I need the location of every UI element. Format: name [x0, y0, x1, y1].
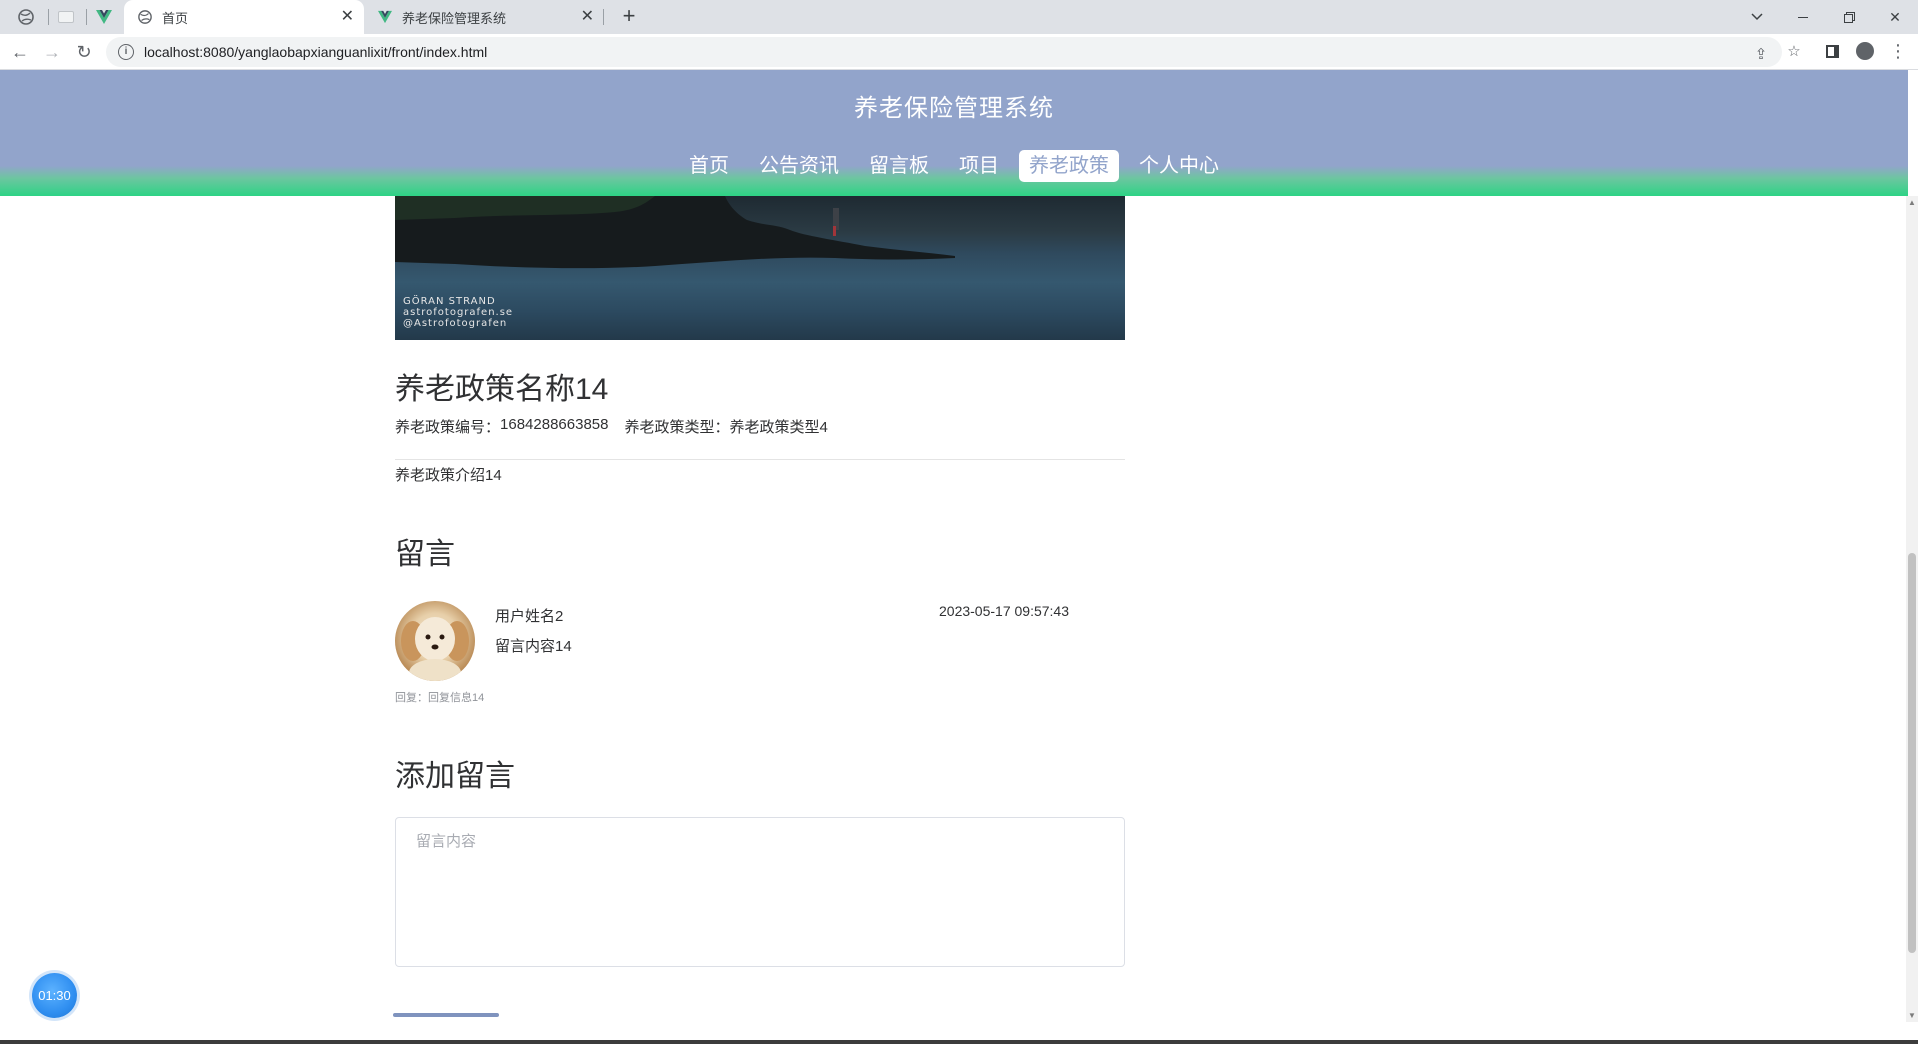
blank-page-icon [58, 11, 74, 23]
comment-reply: 回复：回复信息14 [395, 692, 485, 704]
chevron-down-icon [1751, 13, 1763, 21]
restore-icon [1843, 11, 1855, 23]
url-text: localhost:8080/yanglaobapxianguanlixit/f… [144, 44, 488, 60]
main-nav: 首页 公告资讯 留言板 项目 养老政策 个人中心 [0, 150, 1908, 182]
policy-detail: GÖRAN STRAND astrofotografen.se @Astrofo… [395, 196, 1125, 972]
pinned-tab-blank[interactable] [48, 3, 84, 31]
banner-watermark: GÖRAN STRAND astrofotografen.se @Astrofo… [403, 296, 514, 329]
site-header: 养老保险管理系统 首页 公告资讯 留言板 项目 养老政策 个人中心 [0, 70, 1908, 196]
scrollbar-thumb[interactable] [1908, 553, 1916, 953]
divider [395, 459, 1125, 460]
policy-intro: 养老政策介绍14 [395, 467, 502, 484]
close-window-button[interactable]: ✕ [1872, 0, 1918, 34]
add-comment-heading: 添加留言 [395, 760, 515, 793]
address-bar[interactable]: i localhost:8080/yanglaobapxianguanlixit… [106, 37, 1782, 67]
site-info-icon[interactable]: i [118, 44, 134, 60]
scroll-down-arrow-icon[interactable]: ▼ [1908, 1011, 1916, 1020]
tab-title: 养老保险管理系统 [402, 10, 507, 26]
policy-number-value: 1684288663858 [500, 416, 609, 433]
submit-button-edge[interactable] [393, 1013, 499, 1017]
timer-badge[interactable]: 01:30 [32, 973, 77, 1018]
browser-tab-bar: 首页 ✕ 养老保险管理系统 ✕ + ✕ [0, 0, 1918, 34]
new-tab-button[interactable]: + [616, 4, 642, 30]
tab-search-button[interactable] [1734, 0, 1780, 34]
site-title: 养老保险管理系统 [854, 95, 1054, 122]
nav-item-home[interactable]: 首页 [679, 150, 739, 182]
scroll-up-arrow-icon[interactable]: ▲ [1908, 198, 1916, 207]
policy-image: GÖRAN STRAND astrofotografen.se @Astrofo… [395, 196, 1125, 340]
comment-timestamp: 2023-05-17 09:57:43 [939, 603, 1069, 619]
nav-item-pension-policy[interactable]: 养老政策 [1019, 150, 1119, 182]
policy-type-label: 养老政策类型： [624, 419, 730, 436]
comment-item: 用户姓名2 留言内容14 2023-05-17 09:57:43 回复：回复信息… [395, 601, 1125, 704]
reload-button[interactable]: ↻ [70, 40, 98, 64]
avatar [395, 601, 475, 681]
back-button[interactable]: ← [6, 40, 34, 64]
close-icon[interactable]: ✕ [581, 9, 594, 25]
bookmark-star-icon[interactable]: ☆ [1784, 41, 1804, 61]
nav-item-user-center[interactable]: 个人中心 [1129, 150, 1229, 182]
comment-input[interactable] [395, 817, 1125, 967]
globe-icon [18, 9, 34, 25]
close-icon: ✕ [1889, 8, 1901, 25]
puppy-avatar-image [401, 617, 469, 681]
policy-meta: 养老政策编号： 1684288663858 养老政策类型： 养老政策类型4 [395, 416, 1125, 437]
browser-toolbar: ← → ↻ i localhost:8080/yanglaobapxiangua… [0, 34, 1918, 70]
minimize-button[interactable] [1780, 0, 1826, 34]
minimize-icon [1798, 16, 1808, 18]
profile-icon[interactable] [1855, 41, 1875, 61]
page-scrollbar[interactable]: ▲ ▼ [1906, 196, 1918, 1022]
menu-icon[interactable]: ⋮ [1888, 41, 1908, 61]
policy-number-label: 养老政策编号： [395, 419, 501, 436]
restore-button[interactable] [1826, 0, 1872, 34]
pinned-tab-globe[interactable] [8, 3, 44, 31]
arrow-left-icon: ← [11, 41, 29, 62]
tab-title: 首页 [162, 10, 189, 26]
side-panel-icon[interactable] [1822, 41, 1842, 61]
forward-button[interactable]: → [38, 40, 66, 64]
nav-item-message-board[interactable]: 留言板 [859, 150, 939, 182]
taskbar-edge [0, 1040, 1918, 1044]
comments-heading: 留言 [395, 538, 455, 571]
globe-icon [138, 10, 152, 24]
share-icon[interactable]: ⇪ [1751, 44, 1771, 64]
close-icon[interactable]: ✕ [341, 9, 354, 25]
comment-username: 用户姓名2 [495, 608, 564, 625]
vue-logo-icon [96, 10, 112, 24]
nav-item-projects[interactable]: 项目 [949, 150, 1009, 182]
tab-home[interactable]: 首页 ✕ [124, 0, 364, 34]
tab-system[interactable]: 养老保险管理系统 ✕ [364, 0, 604, 34]
policy-title: 养老政策名称14 [395, 373, 609, 406]
nav-item-news[interactable]: 公告资讯 [749, 150, 849, 182]
vue-logo-icon [378, 10, 392, 24]
pinned-tab-vue[interactable] [86, 3, 122, 31]
policy-type-value: 养老政策类型4 [729, 419, 828, 436]
island-silhouette [395, 196, 955, 269]
reload-icon: ↻ [76, 41, 92, 62]
arrow-right-icon: → [43, 41, 61, 62]
comment-content: 留言内容14 [495, 638, 572, 655]
